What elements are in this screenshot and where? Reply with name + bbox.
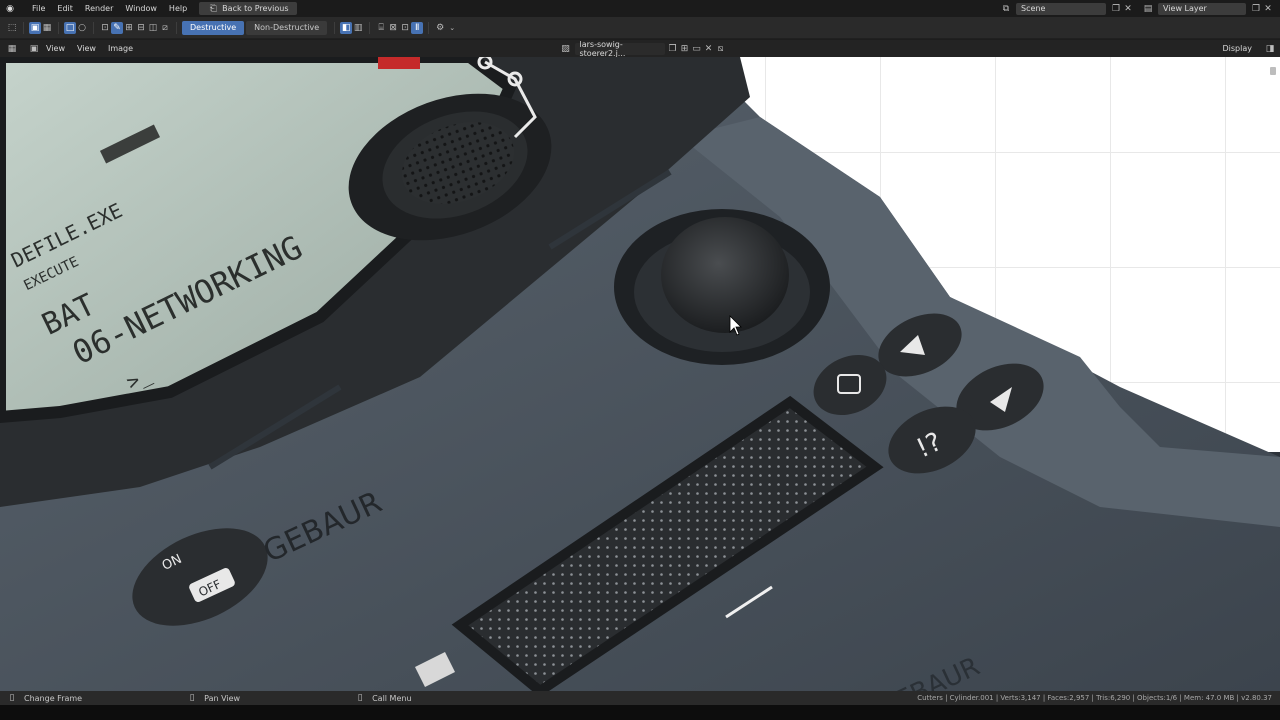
separator [334, 21, 336, 34]
layout-icon-2[interactable]: ▥ [352, 22, 364, 34]
back-icon: ⎗ [209, 3, 217, 14]
separator [23, 21, 24, 34]
separator [176, 21, 177, 34]
scene-statistics: Cutters | Cylinder.001 | Verts:3,147 | F… [917, 694, 1272, 702]
menu-file[interactable]: File [26, 4, 51, 13]
snap-icon[interactable]: ⊟ [135, 22, 147, 34]
separator [58, 21, 59, 34]
image-pin-icon[interactable]: ❐ [667, 43, 679, 55]
image-unlink-icon[interactable]: ⧅ [715, 43, 727, 55]
menu-image[interactable]: Image [102, 44, 139, 53]
editor-type-icon[interactable]: ▦ [6, 43, 18, 55]
settings-gear-icon[interactable]: ⚙ [434, 22, 446, 34]
status-call-menu: ▯ Call Menu [354, 692, 412, 704]
tool-header: ⬚ ▣ ▦ □ ○ ⊡ ✎ ⊞ ⊟ ◫ ⧄ Destructive Non-De… [0, 17, 1280, 39]
slice-icon[interactable]: ⊠ [387, 22, 399, 34]
bottom-strip [0, 705, 1280, 720]
menu-window[interactable]: Window [119, 4, 163, 13]
separator [428, 21, 430, 34]
status-pan-view: ▯ Pan View [186, 692, 240, 704]
device-photo: DEFILE.EXE EXECUTE BAT 06-NETWORKING >_ [0, 57, 1280, 691]
status-bar: ▯ Change Frame ▯ Pan View ▯ Call Menu Cu… [0, 691, 1280, 705]
joystick [614, 209, 830, 365]
image-viewport[interactable]: DEFILE.EXE EXECUTE BAT 06-NETWORKING >_ [0, 57, 1280, 691]
menu-view[interactable]: View [71, 44, 102, 53]
view-layer-field[interactable]: View Layer [1158, 2, 1246, 15]
select-tool-icon[interactable]: ⬚ [6, 22, 18, 34]
image-new-icon[interactable]: ⊞ [679, 43, 691, 55]
circle-shape-icon[interactable]: ○ [76, 22, 88, 34]
editor-mode-icon[interactable]: ▣ [28, 43, 40, 55]
view-layer-copy-icon[interactable]: ❐ [1250, 3, 1262, 15]
mouse-right-icon: ▯ [357, 693, 363, 703]
back-to-previous-button[interactable]: ⎗ Back to Previous [199, 2, 297, 15]
rectangle-shape-icon[interactable]: □ [64, 21, 76, 34]
grid-icon[interactable]: ⊞ [123, 22, 135, 34]
view-layer-icon: ▤ [1143, 3, 1153, 14]
separator [369, 21, 371, 34]
image-name: lars-sowig-stoerer2.j... [579, 39, 626, 58]
scroll-handle[interactable] [1270, 67, 1276, 75]
non-destructive-button[interactable]: Non-Destructive [246, 20, 328, 35]
mouse-middle-icon: ▯ [189, 693, 195, 703]
blender-logo-icon[interactable]: ◉ [4, 3, 16, 15]
destructive-button[interactable]: Destructive [182, 20, 245, 35]
inset-icon[interactable]: ⊡ [399, 22, 411, 34]
menu-edit[interactable]: Edit [51, 4, 79, 13]
status-pan-view-label: Pan View [204, 693, 241, 703]
image-browse-icon[interactable]: ▨ [560, 43, 572, 55]
lock-icon[interactable]: ⊡ [99, 22, 111, 34]
status-call-menu-label: Call Menu [372, 693, 412, 703]
image-open-icon[interactable]: ▭ [691, 43, 703, 55]
scene-copy-icon[interactable]: ❐ [1110, 3, 1122, 15]
scene-field[interactable]: Scene [1016, 2, 1106, 15]
mirror-icon[interactable]: ⧄ [159, 22, 171, 34]
mode-icon-2[interactable]: ▦ [41, 22, 53, 34]
image-name-field[interactable]: lars-sowig-stoerer2.j... [574, 39, 665, 58]
scene-icon: ⧉ [1002, 3, 1010, 14]
cut-icon[interactable]: ⌸ [375, 22, 387, 34]
pause-icon[interactable]: Ⅱ [411, 21, 424, 34]
chevron-down-icon[interactable]: ⌄ [446, 22, 458, 34]
image-editor-header: ▦ ▣ View View Image ▨ lars-sowig-stoerer… [0, 39, 1280, 58]
scene-name: Scene [1021, 4, 1046, 13]
box-mode-icon[interactable]: ▣ [29, 21, 41, 34]
separator [93, 21, 94, 34]
sidebar-toggle-icon[interactable]: ◨ [1264, 43, 1276, 55]
display-dropdown[interactable]: Display [1217, 44, 1259, 53]
back-to-previous-label: Back to Previous [222, 4, 289, 13]
top-bar: ◉ File Edit Render Window Help ⎗ Back to… [0, 0, 1280, 17]
red-indicator [378, 57, 420, 69]
status-change-frame: ▯ Change Frame [6, 692, 83, 704]
view-mode-dropdown[interactable]: View [40, 44, 71, 53]
view-layer-close-icon[interactable]: ✕ [1262, 3, 1274, 15]
scene-close-icon[interactable]: ✕ [1122, 3, 1134, 15]
draw-icon[interactable]: ✎ [111, 21, 123, 34]
image-close-icon[interactable]: ✕ [703, 43, 715, 55]
mouse-left-icon: ▯ [9, 693, 15, 703]
status-change-frame-label: Change Frame [24, 693, 83, 703]
menu-help[interactable]: Help [163, 4, 193, 13]
bevel-icon[interactable]: ◫ [147, 22, 159, 34]
layout-icon[interactable]: ◧ [340, 21, 353, 34]
view-layer-name: View Layer [1163, 4, 1207, 13]
menu-render[interactable]: Render [79, 4, 119, 13]
